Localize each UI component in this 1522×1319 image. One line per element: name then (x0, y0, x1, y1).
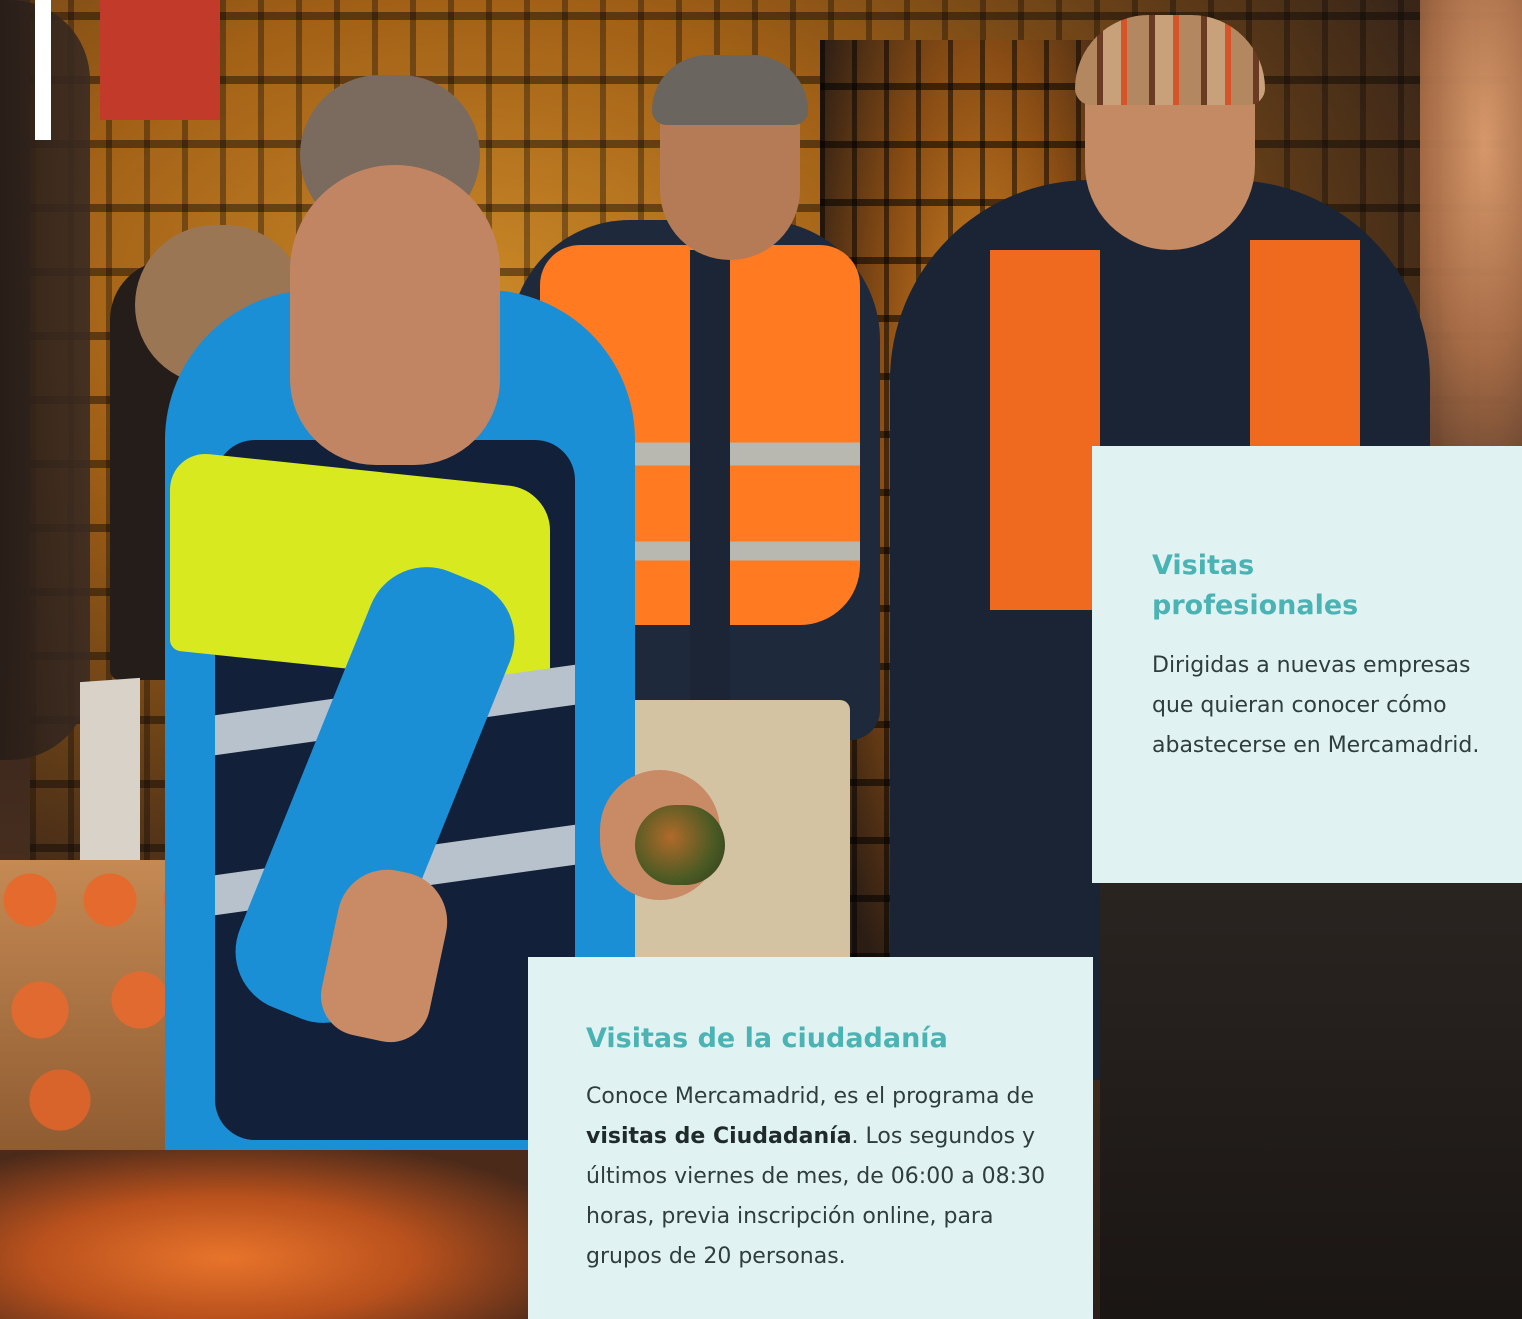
visitor-right-vest-left (990, 250, 1100, 610)
red-sign-panel (100, 0, 220, 120)
card-body: Dirigidas a nuevas empresas que quieran … (1152, 653, 1480, 758)
foreground-blur-right (1420, 0, 1522, 480)
card-title: Visitas de la ciudadanía (586, 1023, 948, 1054)
body-emphasis: visitas de Ciudadanía (586, 1124, 852, 1149)
card-body: Conoce Mercamadrid, es el programa de vi… (586, 1077, 1046, 1277)
card-professional-visits: Visitas profesionales Dirigidas a nuevas… (1092, 446, 1522, 883)
visitor-middle-hair (652, 55, 808, 125)
foreground-blur-bottom (0, 1150, 560, 1319)
card-citizen-visits: Visitas de la ciudadanía Conoce Mercamad… (528, 957, 1093, 1319)
visitor-right-vest-right (1250, 240, 1360, 470)
shadow-area (1100, 880, 1522, 1319)
guide-head (290, 165, 500, 465)
body-text: Conoce Mercamadrid, es el programa de (586, 1084, 1035, 1109)
tomato (635, 805, 725, 885)
accent-bar (35, 0, 51, 140)
card-title: Visitas profesionales (1152, 550, 1359, 621)
visitor-middle-zip (690, 250, 730, 730)
